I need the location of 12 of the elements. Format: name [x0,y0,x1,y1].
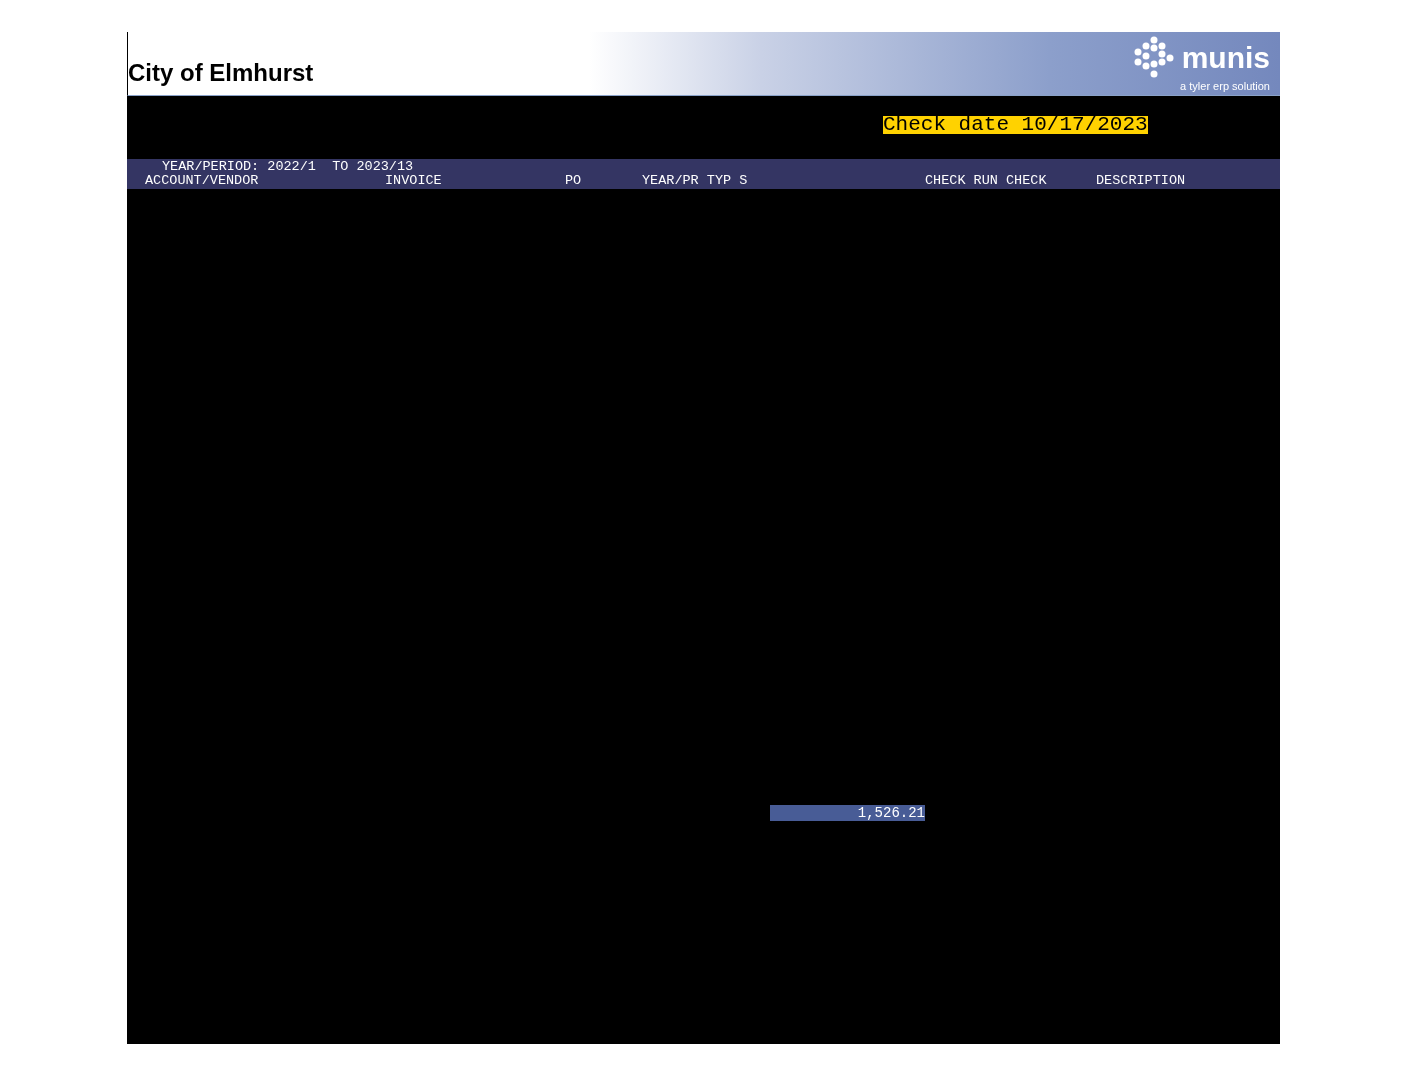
logo-wordmark: munis [1181,42,1270,73]
column-header: DESCRIPTION [1096,174,1187,188]
column-header: CHECK RUN CHECK [925,174,1048,188]
logo-tagline: a tyler erp solution [1180,80,1270,92]
column-header: INVOICE [385,174,443,188]
period-range: YEAR/PERIOD: 2022/1 TO 2023/13 [161,160,415,174]
organization-title: City of Elmhurst [128,61,314,85]
column-header: ACCOUNT/VENDOR [145,174,260,188]
total-amount: 1,526.21 [770,805,925,821]
column-header: PO [565,174,583,188]
column-header: YEAR/PR TYP S [642,174,749,188]
check-date-label: Check date 10/17/2023 [883,116,1148,134]
